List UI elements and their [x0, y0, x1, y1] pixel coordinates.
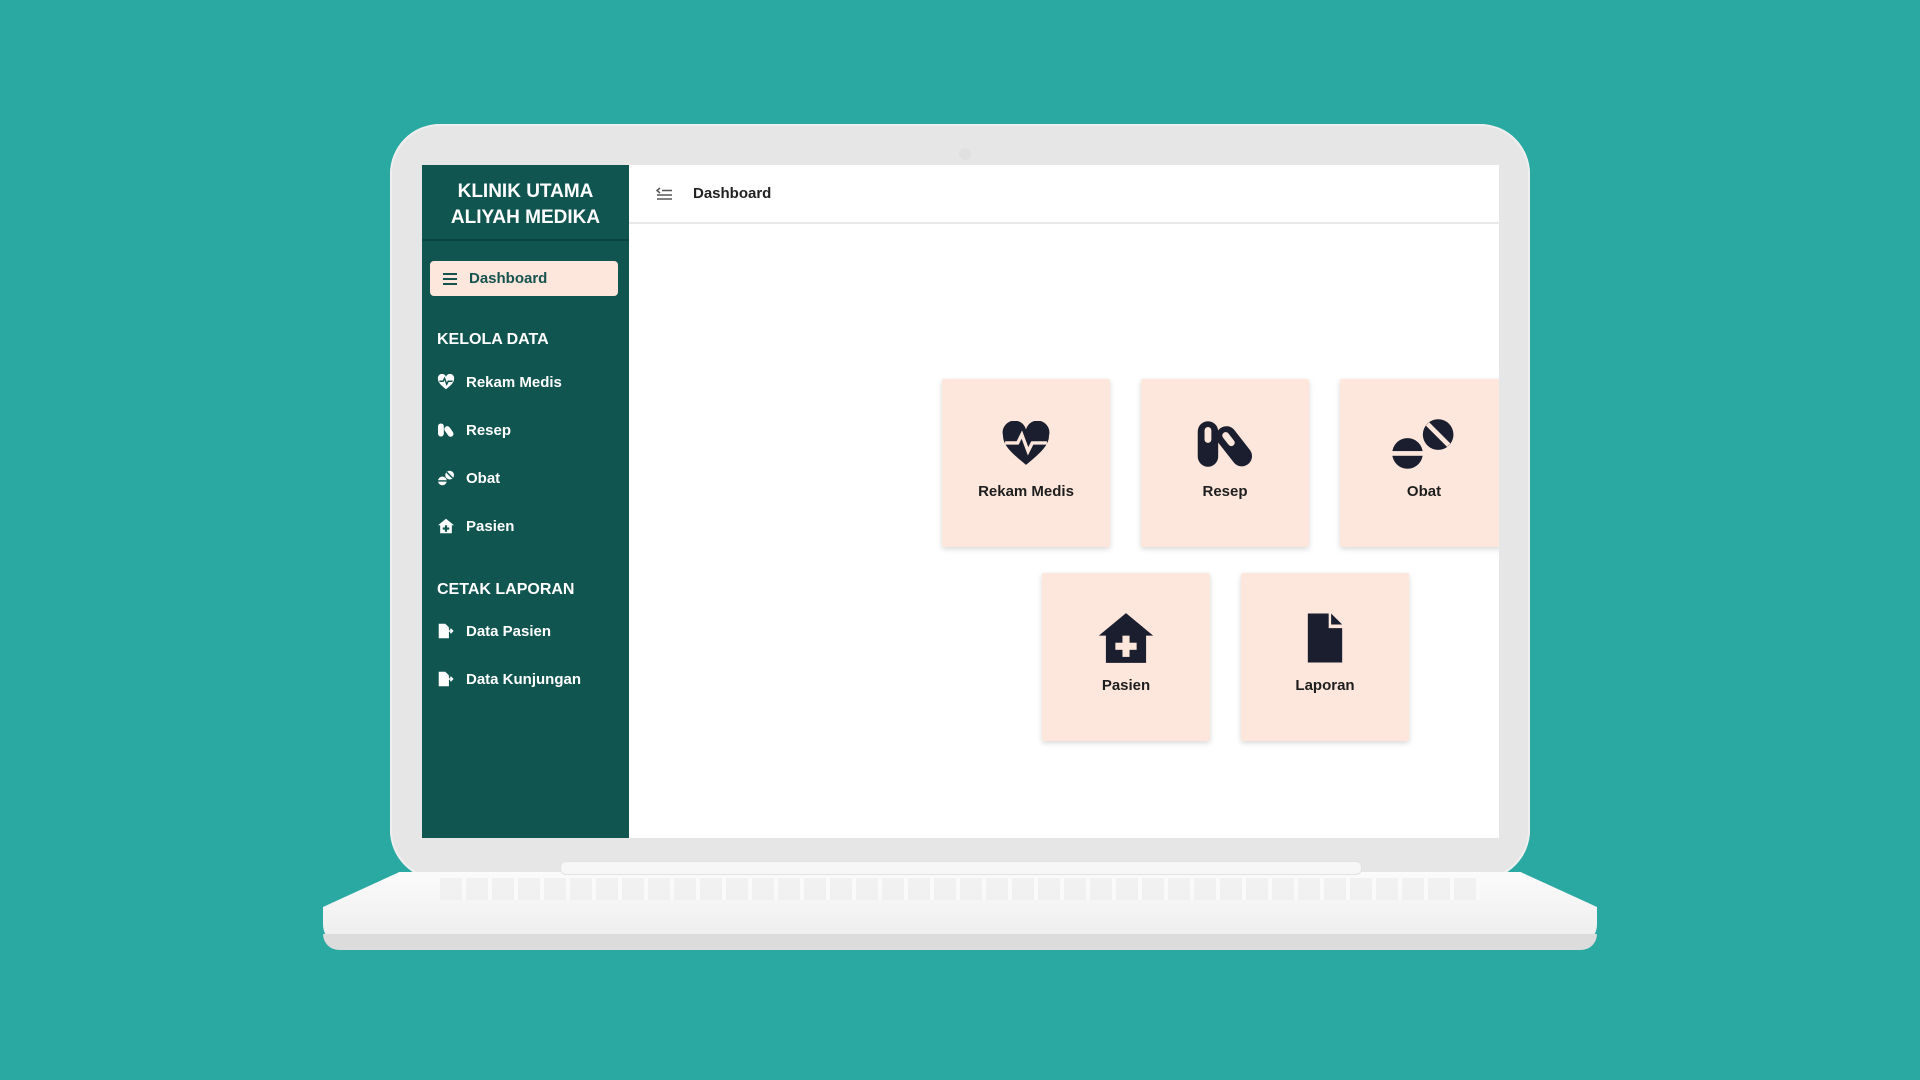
house-medical-icon: [1097, 613, 1155, 663]
file-export-icon: [437, 622, 455, 640]
sidebar-item-label: Rekam Medis: [466, 373, 562, 391]
sidebar-item-label: Resep: [466, 421, 512, 439]
card-laporan[interactable]: Laporan: [1241, 573, 1409, 741]
card-obat[interactable]: Obat: [1340, 379, 1499, 547]
card-rekam-medis[interactable]: Rekam Medis: [942, 379, 1110, 547]
laptop-keyboard: [440, 878, 1480, 900]
tablets-icon: [1391, 419, 1457, 469]
sidebar-item-resep[interactable]: Resep: [437, 419, 511, 441]
card-label: Rekam Medis: [978, 483, 1074, 500]
pills-icon: [1195, 419, 1255, 469]
card-label: Laporan: [1295, 677, 1355, 694]
brand-title: KLINIK UTAMA ALIYAH MEDIKA: [422, 165, 629, 241]
pills-icon: [437, 421, 455, 439]
section-title-kelola-data: KELOLA DATA: [437, 331, 549, 348]
card-label: Obat: [1406, 483, 1442, 500]
sidebar-toggle-icon[interactable]: [656, 186, 672, 201]
laptop-hinge: [560, 861, 1362, 875]
sidebar-item-label: Pasien: [466, 517, 515, 535]
card-pasien[interactable]: Pasien: [1042, 573, 1210, 741]
section-title-cetak-laporan: CETAK LAPORAN: [437, 581, 575, 598]
sidebar-item-label: Data Pasien: [466, 622, 552, 640]
sidebar: KLINIK UTAMA ALIYAH MEDIKA Dashboard KEL…: [422, 165, 629, 838]
card-resep[interactable]: Resep: [1141, 379, 1309, 547]
brand-line-2: ALIYAH MEDIKA: [450, 207, 601, 228]
card-label: Pasien: [1101, 677, 1151, 694]
tablets-icon: [437, 469, 455, 487]
app-screen: KLINIK UTAMA ALIYAH MEDIKA Dashboard KEL…: [422, 165, 1499, 838]
heart-pulse-icon: [437, 373, 455, 391]
file-export-icon: [437, 670, 455, 688]
house-medical-icon: [437, 517, 455, 535]
sidebar-item-label: Dashboard: [469, 270, 548, 287]
sidebar-item-dashboard[interactable]: Dashboard: [430, 261, 618, 296]
sidebar-item-label: Data Kunjungan: [466, 670, 581, 688]
laptop-base-lip: [323, 934, 1597, 950]
page-title: Dashboard: [693, 185, 772, 202]
heart-pulse-icon: [999, 419, 1053, 469]
sidebar-item-pasien[interactable]: Pasien: [437, 515, 514, 537]
brand-line-1: KLINIK UTAMA: [457, 181, 594, 202]
sidebar-item-data-pasien[interactable]: Data Pasien: [437, 620, 551, 642]
top-bar: Dashboard: [629, 165, 1499, 224]
sidebar-item-data-kunjungan[interactable]: Data Kunjungan: [437, 668, 581, 690]
bars-icon: [443, 272, 457, 285]
file-icon: [1305, 613, 1345, 663]
card-label: Resep: [1202, 483, 1248, 500]
sidebar-item-label: Obat: [466, 469, 501, 487]
laptop-camera: [959, 148, 971, 160]
sidebar-item-obat[interactable]: Obat: [437, 467, 500, 489]
sidebar-item-rekam-medis[interactable]: Rekam Medis: [437, 371, 562, 393]
